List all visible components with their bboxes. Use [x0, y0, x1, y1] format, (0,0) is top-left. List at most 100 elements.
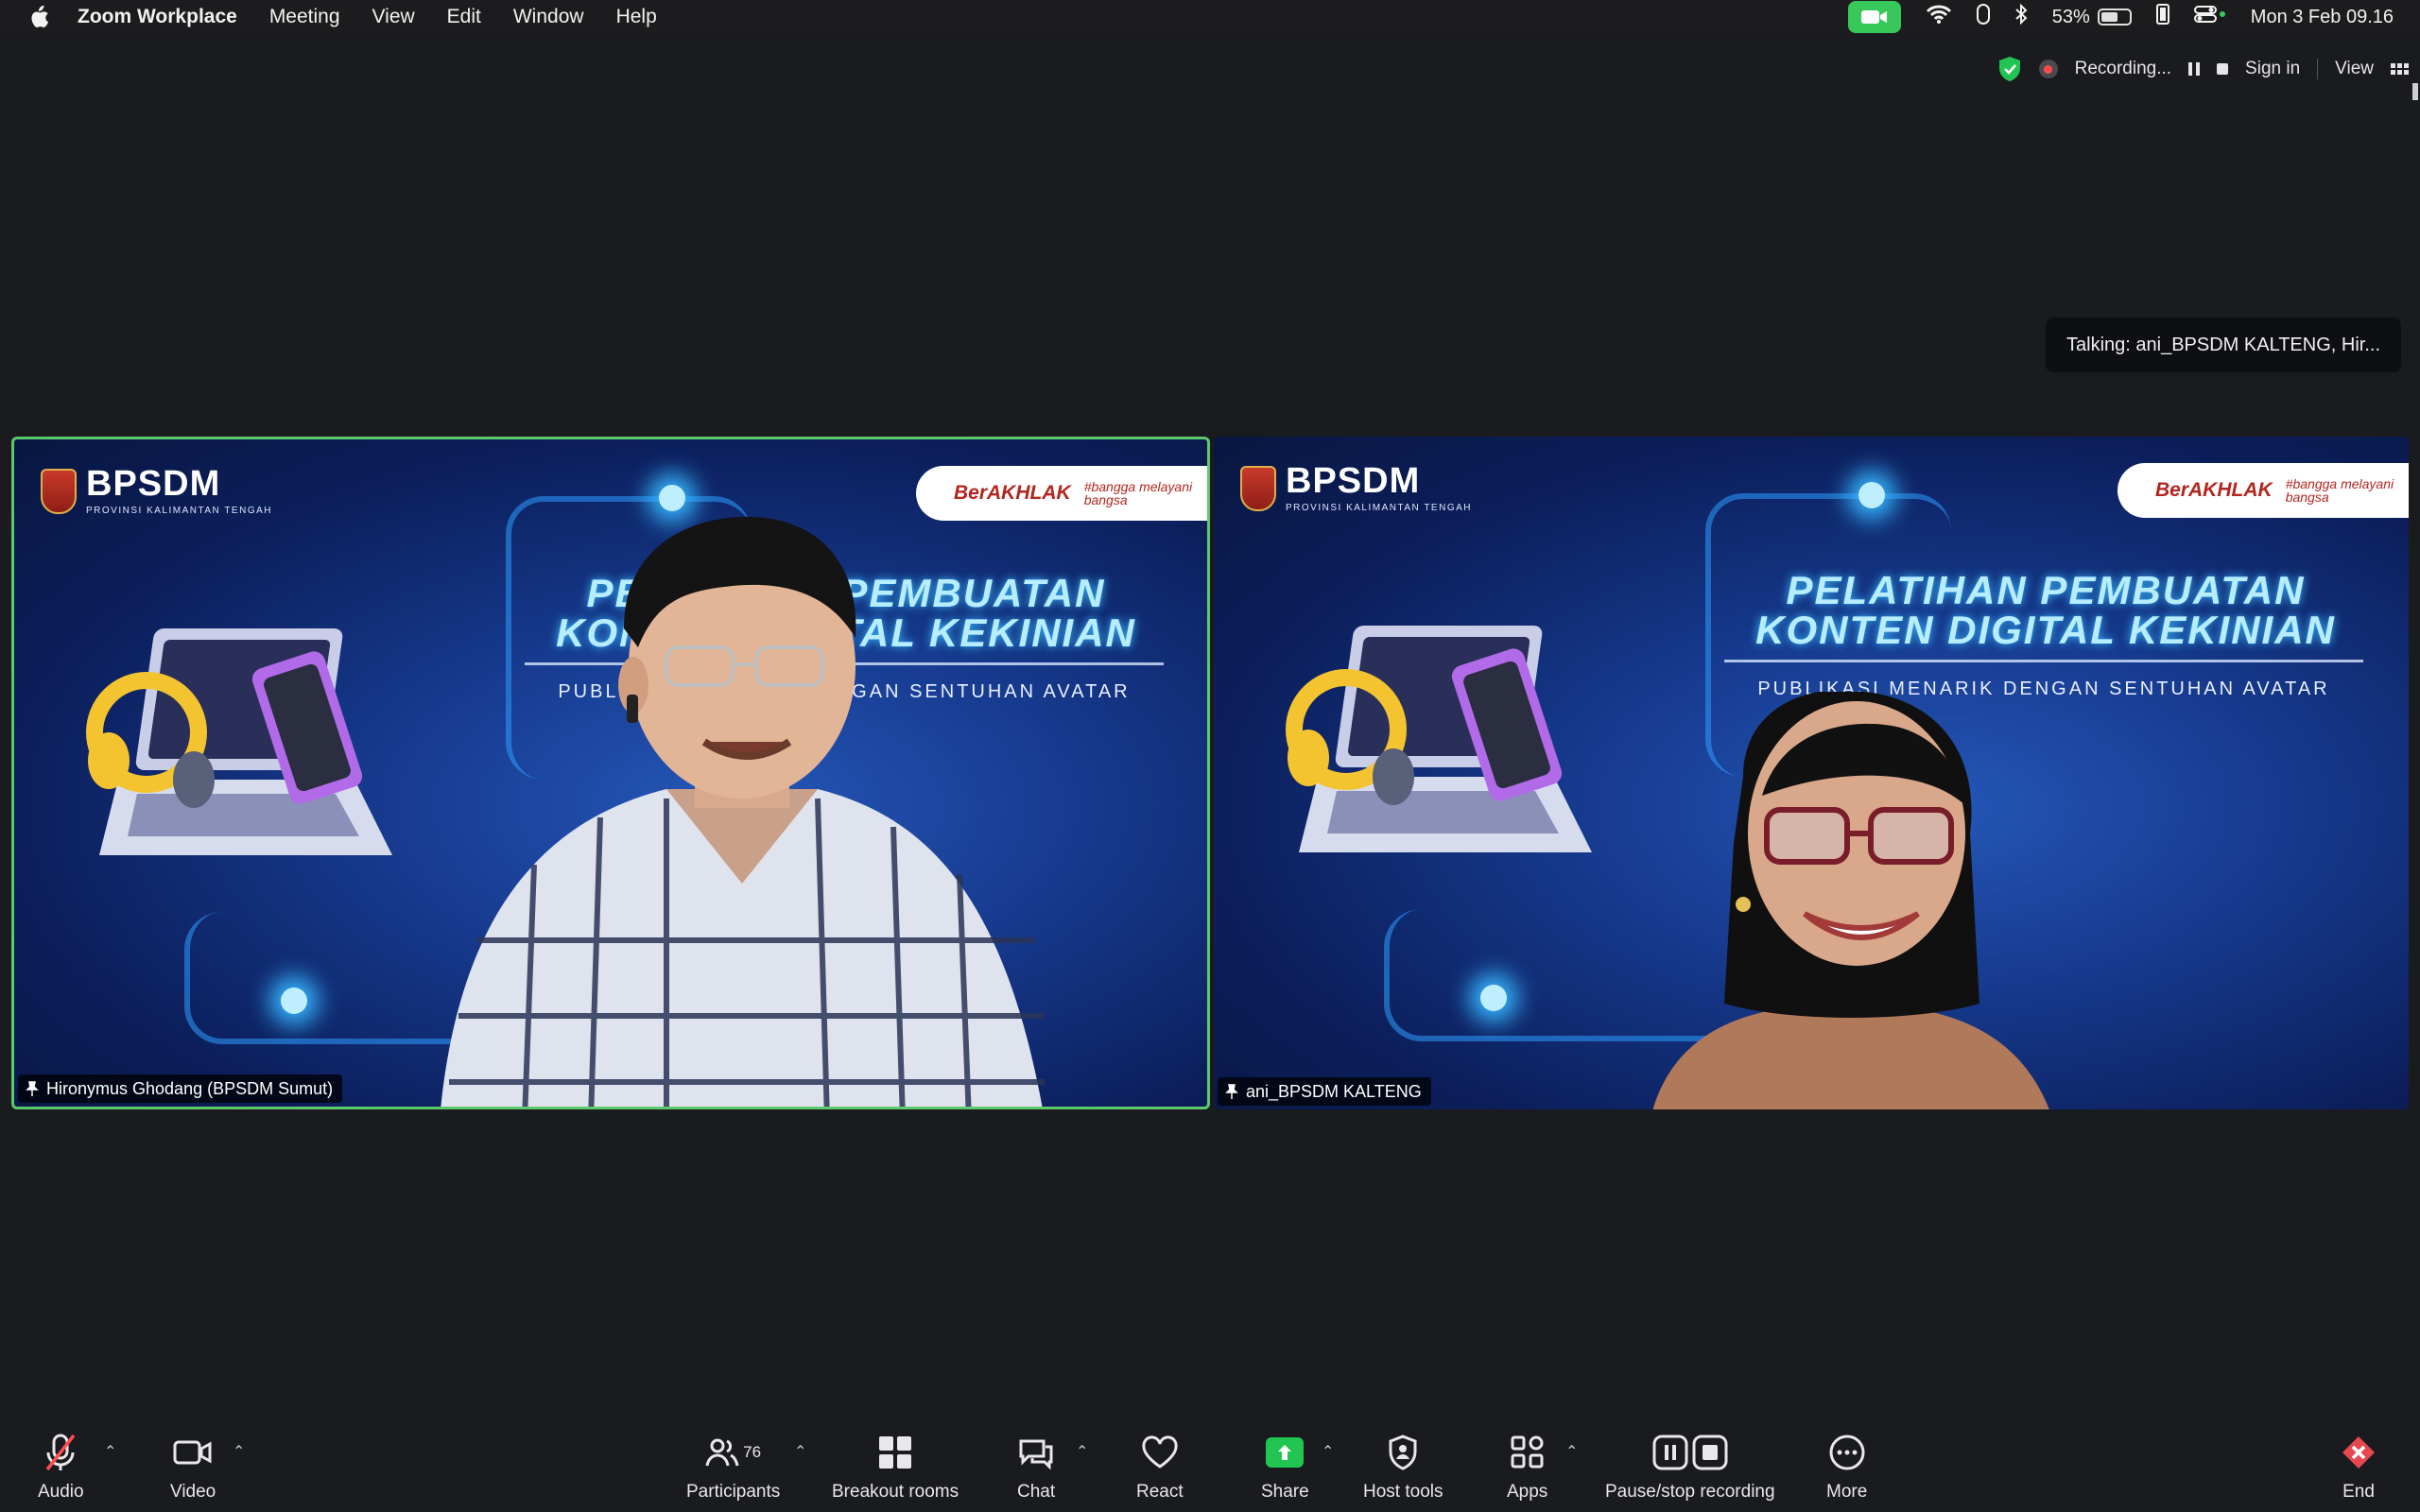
bpsdm-logo: BPSDM PROVINSI KALIMANTAN TENGAH [1240, 463, 1472, 513]
breakout-rooms-label: Breakout rooms [832, 1482, 959, 1502]
more-label: More [1826, 1482, 1868, 1502]
video-tile[interactable]: BPSDM PROVINSI KALIMANTAN TENGAH BerAKHL… [1214, 437, 2409, 1109]
audio-label: Audio [38, 1482, 84, 1502]
participant-video-woman [1652, 692, 2049, 1109]
video-options-chevron-icon[interactable]: ⌃ [233, 1442, 245, 1461]
react-label: React [1136, 1482, 1184, 1502]
phone-icon[interactable] [2155, 4, 2169, 30]
slide-headline: PELATIHAN PEMBUATAN KONTEN DIGITAL KEKIN… [1705, 571, 2386, 650]
end-label: End [2342, 1482, 2375, 1502]
end-x-icon [2341, 1431, 2377, 1474]
chat-button[interactable]: Chat [1017, 1431, 1055, 1503]
talking-indicator: Talking: ani_BPSDM KALTENG, Hir... [2046, 318, 2401, 372]
laptop-illustration [86, 628, 392, 855]
participants-label: Participants [686, 1482, 781, 1502]
sign-in-link[interactable]: Sign in [2245, 59, 2300, 79]
menu-edit[interactable]: Edit [447, 6, 481, 28]
chat-options-chevron-icon[interactable]: ⌃ [1076, 1442, 1088, 1461]
video-camera-icon [173, 1431, 213, 1474]
menu-help[interactable]: Help [616, 6, 657, 28]
participant-name: Hironymus Ghodang (BPSDM Sumut) [46, 1078, 334, 1098]
participants-options-chevron-icon[interactable]: ⌃ [794, 1442, 806, 1461]
berakhlak-badge: BerAKHLAK #bangga melayani bangsa [2118, 463, 2409, 518]
more-button[interactable]: More [1826, 1431, 1867, 1503]
apps-options-chevron-icon[interactable]: ⌃ [1565, 1442, 1578, 1461]
share-options-chevron-icon[interactable]: ⌃ [1322, 1442, 1334, 1461]
audio-button[interactable]: Audio [38, 1431, 84, 1503]
pause-stop-recording-label: Pause/stop recording [1605, 1482, 1775, 1502]
battery-percent: 53% [2051, 6, 2090, 27]
badge-main: BerAKHLAK [2155, 479, 2273, 501]
badge-side: #bangga melayani bangsa [2285, 476, 2394, 505]
bluetooth-icon[interactable] [2014, 3, 2028, 30]
host-tools-button[interactable]: Host tools [1363, 1431, 1443, 1503]
clock[interactable]: Mon 3 Feb 09.16 [2251, 7, 2394, 28]
breakout-rooms-button[interactable]: Breakout rooms [832, 1431, 959, 1503]
host-tools-label: Host tools [1363, 1482, 1443, 1502]
battery-indicator[interactable]: 53% [2052, 7, 2132, 28]
participant-video-man [441, 516, 1045, 1107]
participants-button[interactable]: 76 Participants [686, 1431, 780, 1503]
crest-icon [41, 468, 77, 514]
share-label: Share [1261, 1482, 1309, 1502]
headline-rule [1724, 660, 2363, 662]
recording-dot-icon [2038, 60, 2058, 78]
menu-window[interactable]: Window [513, 6, 584, 28]
headline-line-2: KONTEN DIGITAL KEKINIAN [1755, 608, 2336, 652]
org-subtitle: PROVINSI KALIMANTAN TENGAH [1286, 503, 1472, 513]
share-screen-icon [1266, 1431, 1305, 1474]
menu-bar: Zoom Workplace Meeting View Edit Window … [0, 0, 2420, 34]
muted-mic-icon [42, 1431, 79, 1474]
badge-main: BerAKHLAK [954, 482, 1071, 504]
mouse-cursor [2412, 83, 2418, 100]
participant-nametag: ani_BPSDM KALTENG [1218, 1077, 1431, 1106]
pin-icon[interactable] [1225, 1084, 1238, 1099]
glow-dot [1480, 985, 1507, 1011]
org-name: BPSDM [86, 464, 221, 504]
meeting-top-strip: Recording... Sign in View [1997, 47, 2409, 91]
participant-nametag: Hironymus Ghodang (BPSDM Sumut) [18, 1074, 343, 1103]
laptop-illustration [1286, 626, 1592, 852]
participants-count: 76 [743, 1443, 762, 1461]
glow-dot [1858, 482, 1885, 508]
apple-icon[interactable] [26, 4, 51, 30]
divider [2317, 59, 2319, 79]
more-ellipsis-icon [1828, 1431, 1866, 1474]
menu-view[interactable]: View [372, 6, 415, 28]
share-button[interactable]: Share [1261, 1431, 1309, 1503]
video-tile-active-speaker[interactable]: BPSDM PROVINSI KALIMANTAN TENGAH BerAKHL… [11, 437, 1210, 1109]
video-button[interactable]: Video [170, 1431, 216, 1503]
react-button[interactable]: React [1136, 1431, 1184, 1503]
meeting-toolbar: Audio ⌃ Video ⌃ 76 Participants ⌃ Breako… [0, 1418, 2420, 1512]
app-name[interactable]: Zoom Workplace [78, 6, 237, 28]
apps-icon [1510, 1431, 1546, 1474]
participants-icon: 76 [705, 1431, 761, 1474]
battery-icon [2097, 9, 2132, 26]
glow-dot [281, 988, 307, 1014]
stop-recording-icon[interactable] [2217, 63, 2229, 75]
view-button[interactable]: View [2335, 59, 2374, 79]
apps-button[interactable]: Apps [1507, 1431, 1547, 1503]
bpsdm-logo: BPSDM PROVINSI KALIMANTAN TENGAH [41, 466, 272, 516]
menu-meeting[interactable]: Meeting [269, 6, 340, 28]
chat-label: Chat [1017, 1482, 1056, 1502]
pause-stop-recording-button[interactable]: Pause/stop recording [1605, 1431, 1775, 1503]
encryption-shield-icon[interactable] [1997, 56, 2022, 82]
apps-label: Apps [1507, 1482, 1548, 1502]
host-shield-icon [1387, 1431, 1419, 1474]
zoom-camera-status-icon[interactable] [1847, 1, 1901, 33]
participant-name: ani_BPSDM KALTENG [1246, 1081, 1422, 1101]
wifi-icon[interactable] [1926, 4, 1952, 30]
chat-icon [1017, 1431, 1055, 1474]
pin-icon[interactable] [26, 1081, 39, 1096]
end-meeting-button[interactable]: End [2341, 1431, 2377, 1503]
gallery-view-icon[interactable] [2391, 63, 2409, 75]
pause-recording-icon[interactable] [2188, 62, 2201, 76]
org-subtitle: PROVINSI KALIMANTAN TENGAH [86, 506, 272, 516]
mouse-icon[interactable] [1976, 4, 1990, 30]
pause-stop-recording-icon [1652, 1431, 1728, 1474]
control-center-icon[interactable] [2193, 4, 2226, 30]
heart-icon [1141, 1431, 1179, 1474]
video-label: Video [170, 1482, 216, 1502]
audio-options-chevron-icon[interactable]: ⌃ [104, 1442, 116, 1461]
